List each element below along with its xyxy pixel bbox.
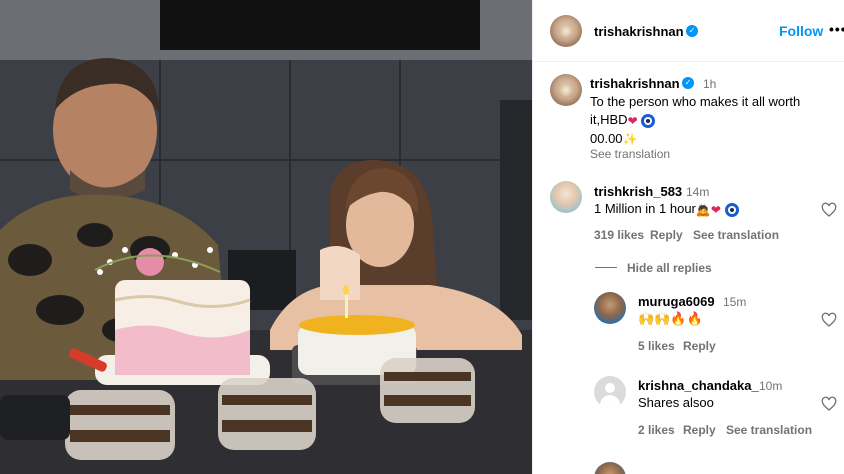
comment-avatar[interactable] xyxy=(550,181,582,213)
author-username[interactable]: trishakrishnan xyxy=(594,24,684,39)
reply-text: 🙌🙌🔥🔥 xyxy=(638,311,703,326)
comment-time[interactable]: 14m xyxy=(686,185,709,199)
caption-line-2: it,HBD❤ xyxy=(590,111,830,130)
default-avatar-body xyxy=(600,395,620,408)
reply-avatar-default[interactable] xyxy=(594,376,626,408)
post-photo[interactable] xyxy=(0,0,532,474)
caption-username[interactable]: trishakrishnan xyxy=(590,76,680,91)
comment-reply-button[interactable]: Reply xyxy=(650,228,683,242)
reply-username[interactable]: krishna_chandaka_ xyxy=(638,378,759,393)
caption-see-translation[interactable]: See translation xyxy=(590,147,670,161)
person-bowing-icon: 🙇 xyxy=(695,202,711,217)
nazar-amulet-icon xyxy=(724,202,739,217)
caption-avatar[interactable] xyxy=(550,74,582,106)
like-reply-heart-icon[interactable] xyxy=(821,312,837,328)
comment-username[interactable]: trishkrish_583 xyxy=(594,184,682,199)
replies-divider xyxy=(595,267,617,268)
author-avatar[interactable] xyxy=(550,15,582,47)
reply-username[interactable]: muruga6069 xyxy=(638,294,715,309)
like-reply-heart-icon[interactable] xyxy=(821,396,837,412)
reply-avatar[interactable] xyxy=(594,292,626,324)
birthday-cake-photo xyxy=(0,0,532,474)
reply-reply-button[interactable]: Reply xyxy=(683,423,716,437)
hide-replies-button[interactable]: Hide all replies xyxy=(627,261,712,275)
comment-likes[interactable]: 319 likes xyxy=(594,228,644,242)
caption-text: To the person who makes it all worth it,… xyxy=(590,93,830,148)
reply-time[interactable]: 10m xyxy=(759,379,782,393)
caption-line-1: To the person who makes it all worth xyxy=(590,94,801,109)
more-options-icon[interactable]: ••• xyxy=(829,21,844,37)
verified-badge-icon: ✓ xyxy=(682,77,694,89)
reply-see-translation[interactable]: See translation xyxy=(726,423,812,437)
reply-text: Shares alsoo xyxy=(638,395,714,410)
red-heart-icon: ❤ xyxy=(627,113,638,128)
post-header: trishakrishnan ✓ Follow ••• xyxy=(533,0,844,62)
reply-time[interactable]: 15m xyxy=(723,295,746,309)
reply-reply-button[interactable]: Reply xyxy=(683,339,716,353)
comment-text: 1 Million in 1 hour🙇❤ xyxy=(594,200,739,219)
sparkles-icon: ✨ xyxy=(622,132,638,147)
next-reply-avatar[interactable] xyxy=(594,462,626,474)
verified-badge-icon: ✓ xyxy=(686,25,698,37)
like-comment-heart-icon[interactable] xyxy=(821,202,837,218)
reply-likes[interactable]: 5 likes xyxy=(638,339,675,353)
comment-see-translation[interactable]: See translation xyxy=(693,228,779,242)
red-heart-icon: ❤ xyxy=(710,202,721,217)
caption-time[interactable]: 1h xyxy=(703,77,716,91)
caption-line-3: 00.00✨ xyxy=(590,130,638,147)
reply-likes[interactable]: 2 likes xyxy=(638,423,675,437)
nazar-amulet-icon xyxy=(641,113,656,128)
default-avatar-head xyxy=(605,383,615,393)
comments-panel: trishakrishnan ✓ Follow ••• trishakrishn… xyxy=(532,0,844,474)
follow-button[interactable]: Follow xyxy=(779,23,823,39)
